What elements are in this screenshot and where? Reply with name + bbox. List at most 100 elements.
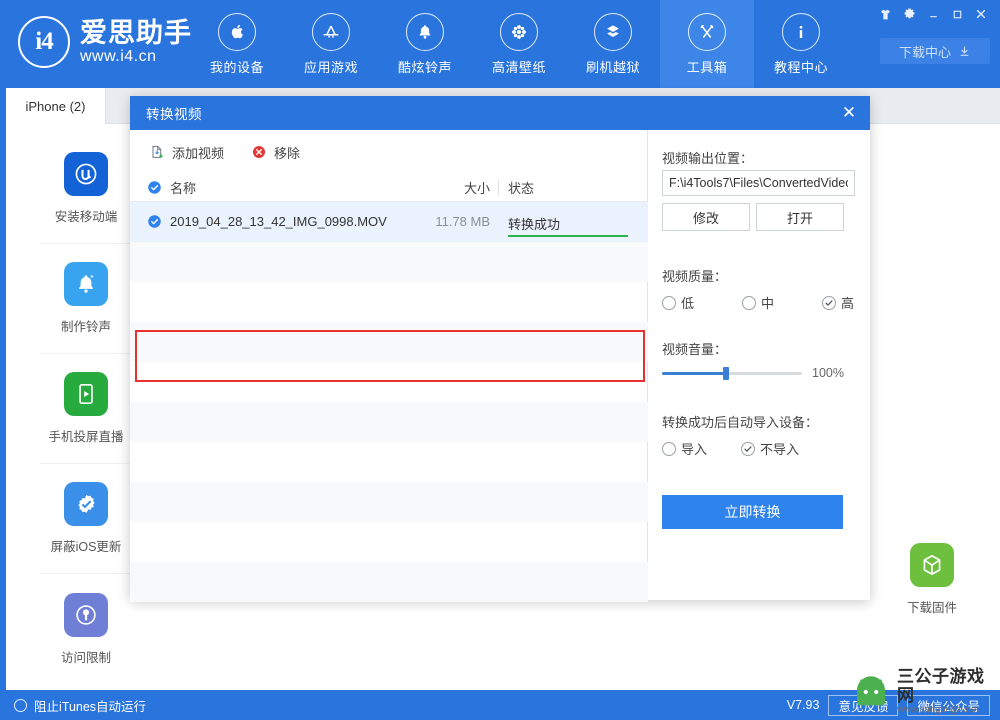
nav-label: 应用游戏	[303, 59, 358, 75]
tab-iphone[interactable]: iPhone (2)	[6, 88, 106, 124]
close-icon[interactable]	[970, 4, 992, 24]
nav-item-toolbox[interactable]: 工具箱	[660, 0, 754, 88]
main-nav: 我的设备 应用游戏 酷炫铃声 高清壁纸 刷机越狱 工具箱 教程中心	[190, 0, 848, 88]
tool-label: 安装移动端	[54, 210, 118, 224]
watermark-url: www.sangongzi.net	[897, 704, 979, 716]
select-all-checkbox[interactable]	[147, 180, 162, 198]
quality-option-low[interactable]: 低	[662, 293, 694, 312]
firmware-cube-icon	[910, 542, 954, 587]
remove-button[interactable]: 移除	[250, 143, 300, 162]
brand-url: www.i4.cn	[80, 48, 157, 65]
file-list-header: 名称 大小 状态	[130, 174, 647, 202]
version-label: V7.93	[786, 698, 820, 712]
nav-label: 我的设备	[209, 59, 264, 75]
radio-circle-icon	[662, 295, 676, 310]
auto-import-option-yes[interactable]: 导入	[662, 439, 707, 458]
key-restrict-icon	[64, 592, 108, 637]
bell-icon	[406, 12, 444, 51]
dropbox-icon	[594, 12, 632, 51]
volume-slider-fill	[662, 371, 727, 375]
apple-icon	[218, 12, 256, 51]
brand-name-cn: 爱思助手	[80, 18, 192, 48]
tools-icon	[688, 12, 726, 51]
i4-logo-icon: i4	[18, 16, 70, 68]
column-header-name[interactable]: 名称	[170, 178, 196, 197]
dialog-close-icon[interactable]: ✕	[836, 100, 862, 126]
nav-label: 工具箱	[686, 59, 728, 75]
remove-icon	[250, 144, 267, 161]
convert-video-dialog: 转换视频 ✕ 添加视频 移除 名称 大小 状态 2019_04_28_13_42…	[130, 96, 870, 602]
table-row-empty	[130, 522, 648, 562]
tool-screen-cast-live[interactable]: 手机投屏直播	[40, 354, 132, 464]
dialog-title: 转换视频	[146, 107, 202, 122]
row-file-size: 11.78 MB	[435, 214, 490, 229]
tool-block-ios-update[interactable]: 屏蔽iOS更新	[40, 464, 132, 574]
nav-item-tutorials[interactable]: 教程中心	[754, 0, 848, 88]
app-window: i4 爱思助手 www.i4.cn 我的设备 应用游戏 酷炫铃声 高清壁纸 刷机…	[0, 0, 1000, 720]
skin-icon[interactable]	[874, 4, 896, 24]
table-row-empty	[130, 482, 648, 522]
gear-icon[interactable]	[898, 4, 920, 24]
table-row-empty	[130, 242, 648, 282]
quality-option-medium[interactable]: 中	[741, 293, 774, 312]
nav-item-ringtones[interactable]: 酷炫铃声	[378, 0, 472, 88]
auto-import-option-no[interactable]: 不导入	[741, 439, 799, 458]
auto-import-option-label: 不导入	[760, 442, 800, 457]
radio-check-icon	[741, 441, 756, 456]
output-path-input[interactable]	[662, 170, 855, 196]
video-volume-label: 视频音量：	[662, 342, 728, 357]
watermark: 三公子游戏网 www.sangongzi.net	[850, 664, 1000, 720]
nav-item-flash-jailbreak[interactable]: 刷机越狱	[566, 0, 660, 88]
tool-label: 制作铃声	[60, 320, 111, 334]
volume-value: 100%	[812, 366, 844, 380]
modify-button[interactable]: 修改	[662, 203, 750, 231]
tool-access-restriction[interactable]: 访问限制	[40, 574, 132, 684]
table-row[interactable]: 2019_04_28_13_42_IMG_0998.MOV 11.78 MB 转…	[130, 202, 648, 242]
volume-slider-knob[interactable]	[723, 366, 730, 380]
table-row-empty	[130, 322, 648, 362]
quality-option-high[interactable]: 高	[821, 293, 854, 312]
tool-make-ringtone[interactable]: 制作铃声	[40, 244, 132, 354]
maximize-icon[interactable]	[946, 4, 968, 24]
dialog-body: 添加视频 移除 名称 大小 状态 2019_04_28_13_42_IMG_09…	[130, 130, 870, 602]
dialog-titlebar: 转换视频 ✕	[130, 96, 870, 130]
column-divider	[498, 179, 499, 195]
row-progress-bar	[508, 235, 628, 237]
column-header-status[interactable]: 状态	[508, 178, 534, 197]
add-video-label: 添加视频	[172, 145, 225, 161]
table-row-empty	[130, 442, 648, 482]
brand-logo[interactable]: i4 爱思助手 www.i4.cn	[18, 16, 192, 68]
nav-item-my-device[interactable]: 我的设备	[190, 0, 284, 88]
output-location-label: 视频输出位置：	[662, 151, 754, 166]
file-list-rows: 2019_04_28_13_42_IMG_0998.MOV 11.78 MB 转…	[130, 202, 648, 602]
volume-slider[interactable]	[662, 366, 802, 380]
row-status: 转换成功	[508, 217, 561, 232]
watermark-title: 三公子游戏网	[897, 667, 985, 705]
radio-circle-icon	[662, 441, 676, 456]
screen-cast-icon	[64, 372, 108, 416]
file-list-pane: 添加视频 移除 名称 大小 状态 2019_04_28_13_42_IMG_09…	[130, 130, 648, 602]
nav-label: 酷炫铃声	[397, 59, 452, 75]
table-row-empty	[130, 282, 648, 322]
convert-now-button[interactable]: 立即转换	[662, 495, 843, 529]
open-button[interactable]: 打开	[756, 203, 844, 231]
tool-download-firmware[interactable]: 下载固件	[886, 524, 978, 634]
nav-item-apps-games[interactable]: 应用游戏	[284, 0, 378, 88]
row-checkbox[interactable]	[147, 214, 162, 234]
add-video-button[interactable]: 添加视频	[148, 143, 224, 162]
column-header-size[interactable]: 大小	[415, 178, 490, 197]
block-itunes-label: 阻止iTunes自动运行	[34, 699, 147, 714]
auto-import-label: 转换成功后自动导入设备：	[662, 415, 819, 430]
download-center-button[interactable]: 下载中心	[880, 38, 990, 64]
nav-label: 高清壁纸	[491, 59, 546, 75]
block-itunes-toggle[interactable]: 阻止iTunes自动运行	[14, 696, 146, 715]
nav-item-wallpapers[interactable]: 高清壁纸	[472, 0, 566, 88]
window-controls	[874, 4, 992, 24]
tool-install-mobile-client[interactable]: 安装移动端	[40, 134, 132, 244]
flower-icon	[500, 12, 538, 51]
quality-label: 低	[681, 296, 695, 311]
minimize-icon[interactable]	[922, 4, 944, 24]
block-update-icon	[64, 482, 108, 526]
i4-logo-mark: i4	[35, 28, 53, 55]
